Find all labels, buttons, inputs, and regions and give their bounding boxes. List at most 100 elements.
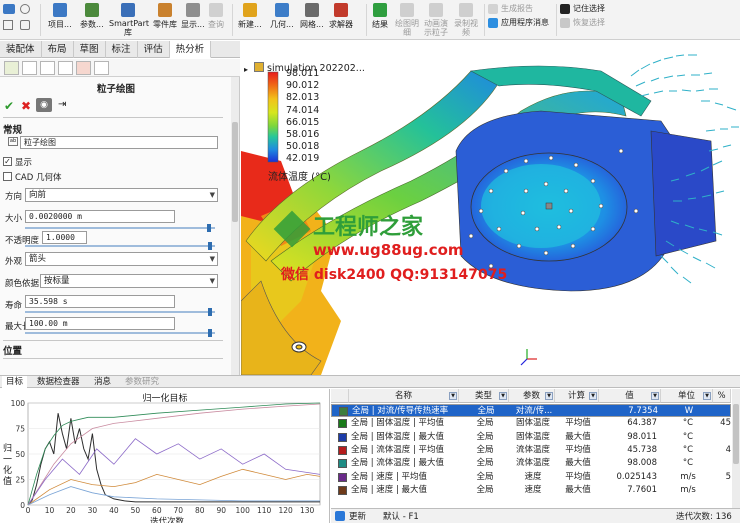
property-manager-icon[interactable] [22,61,37,75]
panel-scrollbar-thumb[interactable] [232,122,238,222]
filter-arrow-icon[interactable]: ▼ [651,392,659,400]
filter-arrow-icon[interactable]: ▼ [499,392,507,400]
tab-2[interactable]: 草图 [74,41,106,58]
mesh-icon [304,3,319,17]
size-slider-thumb[interactable] [207,224,211,232]
max-length-slider-thumb[interactable] [208,329,212,337]
tab-0[interactable]: 装配体 [0,41,42,58]
table-row[interactable]: 全局 | 流体温度 | 最大值 全局 流体温度 最大值 98.008 °C [331,457,731,470]
appearance-icon[interactable] [76,61,91,75]
remember-selection-label: 记住选择 [573,4,605,13]
app-messages-button[interactable]: 应用程序消息 [488,17,549,28]
show-checkbox[interactable]: ✓ [3,157,12,166]
column-header-calc[interactable]: 计算 ▼ [555,389,599,403]
smartpart-library-button[interactable]: SmartPart 库 [109,0,149,40]
lifetime-slider-track[interactable] [25,311,215,313]
filter-arrow-icon[interactable]: ▼ [703,392,711,400]
goal-color-swatch[interactable] [338,432,347,442]
table-cell-param: 流体温度 [515,444,550,455]
table-row[interactable]: 全局 | 固体温度 | 最大值 全局 固体温度 最大值 98.011 °C [331,431,731,444]
geometry-button[interactable]: 几何... [270,0,294,40]
cancel-x-icon[interactable]: ✖ [21,99,31,113]
plot-details-icon [400,3,414,17]
column-header-value[interactable]: 值 ▼ [599,389,661,403]
column-header-param[interactable]: 参数 ▼ [509,389,555,403]
parameters-button[interactable]: 参数... [80,0,104,40]
tab-messages[interactable]: 消息 [90,376,115,388]
project-button[interactable]: 项目... [48,0,72,40]
graphics-viewport[interactable]: ▸ simulation 202202... 98.011 90.012 82.… [241,41,740,375]
results-button[interactable]: 结果 [372,0,388,40]
goal-color-swatch[interactable] [338,485,347,495]
pin-icon[interactable]: ⇥ [58,99,66,110]
mesh-button[interactable]: 网格... [300,0,324,40]
table-scrollbar-thumb[interactable] [733,404,739,464]
window-icon[interactable] [3,20,13,30]
size-field[interactable]: 0.0020000 m [25,210,175,223]
gear-icon[interactable] [20,4,30,14]
opacity-slider-thumb[interactable] [208,242,212,250]
opacity-field[interactable]: 1.0000 [42,231,87,244]
plot-name-field[interactable]: 粒子绘图 [20,136,218,149]
goal-color-swatch[interactable] [338,472,347,482]
filter-arrow-icon[interactable]: ▼ [589,392,597,400]
table-row[interactable]: 全局 | 速度 | 最大值 全局 速度 最大值 7.7601 m/s [331,484,731,497]
tab-data-inspector[interactable]: 数据检查器 [33,376,84,388]
animate-particles-button[interactable]: 动画演 示粒子 [423,0,449,40]
legend-value: 74.014 [286,104,320,116]
new-button[interactable]: 新建... [238,0,262,40]
column-header-unit[interactable]: 单位 ▼ [661,389,713,403]
tab-3[interactable]: 标注 [106,41,138,58]
filter-arrow-icon[interactable]: ▼ [449,392,457,400]
table-row[interactable]: 全局 | 固体温度 | 平均值 全局 固体温度 平均值 64.387 °C 45 [331,417,731,430]
goal-color-swatch[interactable] [338,445,347,455]
goal-color-swatch[interactable] [339,407,348,416]
tab-4[interactable]: 评估 [138,41,170,58]
config-manager-icon[interactable] [40,61,55,75]
feature-tree-icon[interactable] [4,61,19,75]
tab-1[interactable]: 布局 [42,41,74,58]
part-library-button[interactable]: 零件库 [153,0,177,40]
goal-color-swatch[interactable] [338,419,347,429]
filter-arrow-icon[interactable]: ▼ [545,392,553,400]
generate-report-button[interactable]: 生成报告 [488,3,533,14]
appearance-select[interactable]: 箭头 ▼ [25,252,218,266]
size-slider-track[interactable] [25,227,215,229]
x-tick-label: 60 [152,506,162,515]
query-button[interactable]: 查询 [208,0,224,40]
plot-details-button[interactable]: 绘图明 细 [394,0,420,40]
column-header-name[interactable]: 名称 ▼ [349,389,459,403]
tab-5[interactable]: 热分析 [169,41,212,58]
cad-geometry-checkbox[interactable] [3,172,12,181]
display-manager-icon[interactable] [94,61,109,75]
table-row[interactable]: 全局 | 流体温度 | 平均值 全局 流体温度 平均值 45.738 °C 4 [331,444,731,457]
ok-check-icon[interactable]: ✔ [4,99,14,113]
opacity-slider-track[interactable] [25,245,215,247]
y-tick-label: 50 [15,450,25,459]
tab-goals[interactable]: 目标 [2,376,28,388]
lifetime-field[interactable]: 35.598 s [25,295,175,308]
target-icon[interactable] [58,61,73,75]
column-header-pct[interactable]: % [713,389,731,403]
display-button[interactable]: 显示... [181,0,205,40]
column-header-type[interactable]: 类型 ▼ [459,389,509,403]
eye-icon[interactable]: ◉ [36,98,52,112]
table-row[interactable]: 全局 | 对流/传导传热速率 全局 对流/传... 7.7354 W [331,404,731,417]
table-cell-type: 全局 [476,471,494,482]
remember-selection-button[interactable]: 记住选择 [560,3,605,14]
restore-selection-button[interactable]: 恢复选择 [560,17,605,28]
max-length-slider-track[interactable] [25,332,215,334]
goal-color-swatch[interactable] [338,459,347,469]
tab-parametric-study[interactable]: 参数研究 [121,376,163,388]
table-row[interactable]: 全局 | 速度 | 平均值 全局 速度 平均值 0.025143 m/s 5 [331,471,731,484]
color-by-select[interactable]: 按标量 ▼ [40,274,218,288]
layers-icon[interactable] [20,20,30,30]
column-header-label: 单位 [677,391,695,401]
record-video-button[interactable]: 录制视 频 [453,0,479,40]
update-button[interactable]: 更新 [349,510,366,522]
expand-arrow-icon[interactable]: ▸ [244,65,248,74]
lifetime-slider-thumb[interactable] [208,308,212,316]
solver-button[interactable]: 求解器 [329,0,353,40]
max-length-field[interactable]: 100.00 m [25,317,175,330]
direction-select[interactable]: 向前 ▼ [25,188,218,202]
